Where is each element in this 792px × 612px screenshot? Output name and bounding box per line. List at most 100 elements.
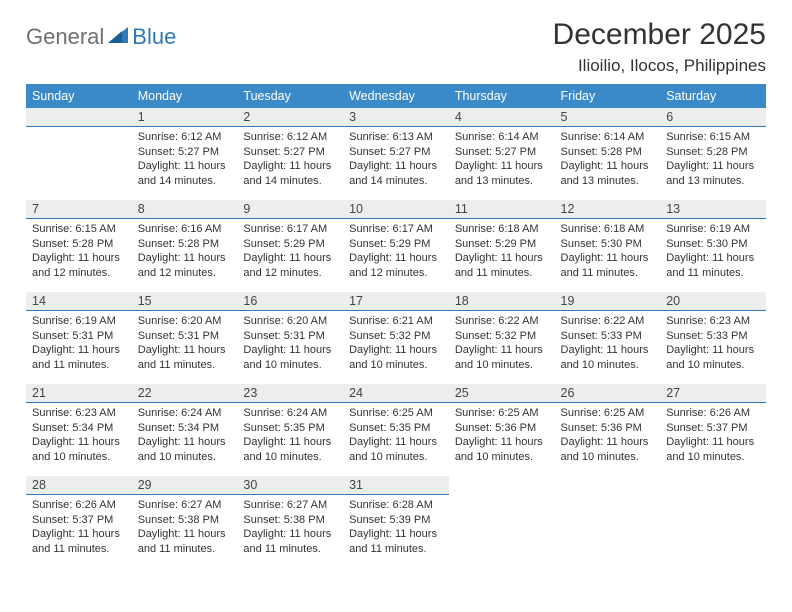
day-details: Sunrise: 6:15 AMSunset: 5:28 PMDaylight:… [660,127,766,190]
daylight-text: Daylight: 11 hours and 10 minutes. [666,343,760,372]
day-number: 17 [343,292,449,311]
calendar-cell [555,476,661,568]
sunset-text: Sunset: 5:28 PM [666,145,760,160]
day-details: Sunrise: 6:26 AMSunset: 5:37 PMDaylight:… [26,495,132,558]
calendar-cell: 29Sunrise: 6:27 AMSunset: 5:38 PMDayligh… [132,476,238,568]
day-number: 8 [132,200,238,219]
sunrise-text: Sunrise: 6:26 AM [666,406,760,421]
calendar-cell: 14Sunrise: 6:19 AMSunset: 5:31 PMDayligh… [26,292,132,384]
weekday-header: Friday [555,84,661,108]
sunset-text: Sunset: 5:28 PM [138,237,232,252]
calendar-row: 28Sunrise: 6:26 AMSunset: 5:37 PMDayligh… [26,476,766,568]
logo-text-blue: Blue [132,24,176,50]
calendar-cell: 19Sunrise: 6:22 AMSunset: 5:33 PMDayligh… [555,292,661,384]
calendar-cell: 3Sunrise: 6:13 AMSunset: 5:27 PMDaylight… [343,108,449,200]
calendar-cell [449,476,555,568]
day-details: Sunrise: 6:18 AMSunset: 5:30 PMDaylight:… [555,219,661,282]
sunrise-text: Sunrise: 6:18 AM [455,222,549,237]
calendar-cell: 12Sunrise: 6:18 AMSunset: 5:30 PMDayligh… [555,200,661,292]
calendar-cell: 2Sunrise: 6:12 AMSunset: 5:27 PMDaylight… [237,108,343,200]
sunrise-text: Sunrise: 6:19 AM [32,314,126,329]
day-number: 25 [449,384,555,403]
sunrise-text: Sunrise: 6:23 AM [666,314,760,329]
sunset-text: Sunset: 5:35 PM [349,421,443,436]
sunset-text: Sunset: 5:34 PM [32,421,126,436]
daylight-text: Daylight: 11 hours and 11 minutes. [666,251,760,280]
sunset-text: Sunset: 5:30 PM [561,237,655,252]
day-details: Sunrise: 6:19 AMSunset: 5:30 PMDaylight:… [660,219,766,282]
daylight-text: Daylight: 11 hours and 10 minutes. [561,435,655,464]
sunrise-text: Sunrise: 6:21 AM [349,314,443,329]
day-number: 4 [449,108,555,127]
daylight-text: Daylight: 11 hours and 11 minutes. [32,527,126,556]
day-details: Sunrise: 6:24 AMSunset: 5:34 PMDaylight:… [132,403,238,466]
calendar-cell: 9Sunrise: 6:17 AMSunset: 5:29 PMDaylight… [237,200,343,292]
daylight-text: Daylight: 11 hours and 13 minutes. [561,159,655,188]
sunset-text: Sunset: 5:27 PM [349,145,443,160]
calendar-cell: 1Sunrise: 6:12 AMSunset: 5:27 PMDaylight… [132,108,238,200]
sunrise-text: Sunrise: 6:24 AM [243,406,337,421]
sunset-text: Sunset: 5:31 PM [32,329,126,344]
sunset-text: Sunset: 5:28 PM [32,237,126,252]
location-text: Ilioilio, Ilocos, Philippines [553,56,766,76]
weekday-header: Tuesday [237,84,343,108]
day-number: 29 [132,476,238,495]
day-details: Sunrise: 6:27 AMSunset: 5:38 PMDaylight:… [132,495,238,558]
weekday-header: Sunday [26,84,132,108]
day-number: 23 [237,384,343,403]
sunrise-text: Sunrise: 6:16 AM [138,222,232,237]
calendar-cell: 10Sunrise: 6:17 AMSunset: 5:29 PMDayligh… [343,200,449,292]
day-details: Sunrise: 6:26 AMSunset: 5:37 PMDaylight:… [660,403,766,466]
day-details: Sunrise: 6:19 AMSunset: 5:31 PMDaylight:… [26,311,132,374]
daylight-text: Daylight: 11 hours and 10 minutes. [666,435,760,464]
logo: General Blue [26,24,176,50]
day-details: Sunrise: 6:12 AMSunset: 5:27 PMDaylight:… [237,127,343,190]
calendar-cell: 11Sunrise: 6:18 AMSunset: 5:29 PMDayligh… [449,200,555,292]
sunrise-text: Sunrise: 6:15 AM [32,222,126,237]
calendar-row: 1Sunrise: 6:12 AMSunset: 5:27 PMDaylight… [26,108,766,200]
daylight-text: Daylight: 11 hours and 10 minutes. [455,435,549,464]
calendar-row: 21Sunrise: 6:23 AMSunset: 5:34 PMDayligh… [26,384,766,476]
sunset-text: Sunset: 5:32 PM [349,329,443,344]
daylight-text: Daylight: 11 hours and 13 minutes. [455,159,549,188]
calendar-cell: 25Sunrise: 6:25 AMSunset: 5:36 PMDayligh… [449,384,555,476]
calendar-cell: 30Sunrise: 6:27 AMSunset: 5:38 PMDayligh… [237,476,343,568]
calendar-cell: 4Sunrise: 6:14 AMSunset: 5:27 PMDaylight… [449,108,555,200]
sunrise-text: Sunrise: 6:14 AM [561,130,655,145]
day-details: Sunrise: 6:25 AMSunset: 5:36 PMDaylight:… [555,403,661,466]
day-details: Sunrise: 6:16 AMSunset: 5:28 PMDaylight:… [132,219,238,282]
sunset-text: Sunset: 5:29 PM [243,237,337,252]
sunrise-text: Sunrise: 6:28 AM [349,498,443,513]
sunrise-text: Sunrise: 6:13 AM [349,130,443,145]
daylight-text: Daylight: 11 hours and 10 minutes. [561,343,655,372]
calendar-cell: 28Sunrise: 6:26 AMSunset: 5:37 PMDayligh… [26,476,132,568]
daylight-text: Daylight: 11 hours and 10 minutes. [455,343,549,372]
day-details: Sunrise: 6:28 AMSunset: 5:39 PMDaylight:… [343,495,449,558]
sunrise-text: Sunrise: 6:17 AM [243,222,337,237]
sunrise-text: Sunrise: 6:17 AM [349,222,443,237]
day-details: Sunrise: 6:13 AMSunset: 5:27 PMDaylight:… [343,127,449,190]
sunrise-text: Sunrise: 6:12 AM [243,130,337,145]
sunset-text: Sunset: 5:37 PM [32,513,126,528]
daylight-text: Daylight: 11 hours and 12 minutes. [349,251,443,280]
day-number: 20 [660,292,766,311]
daylight-text: Daylight: 11 hours and 11 minutes. [138,527,232,556]
header: General Blue December 2025 Ilioilio, Ilo… [26,18,766,76]
daylight-text: Daylight: 11 hours and 10 minutes. [243,435,337,464]
calendar-cell: 31Sunrise: 6:28 AMSunset: 5:39 PMDayligh… [343,476,449,568]
day-details: Sunrise: 6:17 AMSunset: 5:29 PMDaylight:… [237,219,343,282]
day-number: 31 [343,476,449,495]
daylight-text: Daylight: 11 hours and 12 minutes. [243,251,337,280]
day-details: Sunrise: 6:17 AMSunset: 5:29 PMDaylight:… [343,219,449,282]
day-number: 3 [343,108,449,127]
logo-text-general: General [26,24,104,50]
sunrise-text: Sunrise: 6:12 AM [138,130,232,145]
weekday-header: Saturday [660,84,766,108]
calendar-cell [26,108,132,200]
sunrise-text: Sunrise: 6:25 AM [561,406,655,421]
calendar-cell: 22Sunrise: 6:24 AMSunset: 5:34 PMDayligh… [132,384,238,476]
calendar-cell: 24Sunrise: 6:25 AMSunset: 5:35 PMDayligh… [343,384,449,476]
daylight-text: Daylight: 11 hours and 14 minutes. [349,159,443,188]
sunset-text: Sunset: 5:39 PM [349,513,443,528]
daylight-text: Daylight: 11 hours and 11 minutes. [138,343,232,372]
